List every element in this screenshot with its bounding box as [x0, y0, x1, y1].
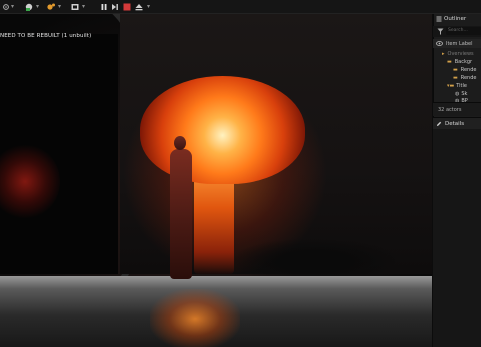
outliner-row[interactable]: ▬ Rende — [433, 74, 481, 82]
outliner-row[interactable]: ▾▬ Title — [433, 82, 481, 90]
eject-icon[interactable] — [135, 1, 143, 12]
character-body[interactable] — [170, 149, 192, 279]
outliner-row-label: Title — [456, 83, 467, 89]
outliner-row-label: Rende — [460, 75, 477, 81]
settings-icon[interactable] — [2, 1, 10, 12]
outliner-title: Outliner — [444, 16, 467, 22]
folder-icon: ▾▬ — [447, 83, 455, 89]
chevron-down-icon[interactable]: ▾ — [10, 1, 15, 12]
blueprint-icon[interactable] — [46, 1, 56, 12]
column-label: Item Label — [446, 40, 473, 47]
outliner-row-label: Rende — [460, 67, 477, 73]
filter-icon[interactable] — [437, 28, 444, 35]
step-icon[interactable] — [111, 1, 119, 12]
visibility-icon[interactable] — [436, 41, 443, 46]
outliner-row[interactable]: ▸ Overviews — [433, 50, 481, 58]
chevron-down-icon[interactable]: ▾ — [57, 1, 62, 12]
details-panel — [433, 129, 481, 347]
outliner-row-label: Backgr — [454, 59, 473, 65]
folder-icon: ▸ — [442, 51, 445, 57]
level-viewport[interactable]: NEED TO BE REBUILT (1 unbuilt) — [0, 14, 432, 347]
outliner-column-header[interactable]: Item Label — [433, 39, 481, 48]
outliner-row[interactable]: ▬ Backgr — [433, 58, 481, 66]
floor-reflection — [150, 289, 240, 347]
folder-icon: ▬ — [453, 67, 458, 73]
explosion-cloud — [140, 76, 305, 184]
outliner-icon — [436, 16, 442, 22]
cinematics-icon[interactable] — [70, 1, 80, 12]
lighting-warning: NEED TO BE REBUILT (1 unbuilt) — [0, 33, 92, 39]
outliner-search-input[interactable]: Search... — [446, 27, 481, 35]
mode-icon[interactable] — [24, 1, 34, 12]
actor-count: 32 actors — [433, 102, 481, 116]
character-head[interactable] — [174, 136, 186, 150]
top-toolbar: ▾ ▾ ▾ ▾ ▾ — [0, 0, 481, 14]
details-tab[interactable]: Details — [433, 117, 481, 129]
details-title: Details — [445, 120, 465, 127]
actor-count-label: 32 actors — [438, 106, 462, 113]
chevron-down-icon[interactable]: ▾ — [35, 1, 40, 12]
folder-icon: ▬ — [447, 59, 452, 65]
pencil-icon — [436, 121, 442, 127]
folder-icon: ▬ — [453, 75, 458, 81]
outliner-row[interactable]: ▬ Rende — [433, 66, 481, 74]
chevron-down-icon[interactable]: ▾ — [81, 1, 86, 12]
pause-icon[interactable] — [100, 1, 108, 12]
outliner-tab[interactable]: Outliner — [433, 14, 481, 24]
stop-icon[interactable] — [123, 1, 131, 12]
chevron-down-icon[interactable]: ▾ — [146, 1, 151, 12]
outliner-row-label: Overviews — [447, 51, 474, 57]
window-frame — [0, 14, 136, 306]
